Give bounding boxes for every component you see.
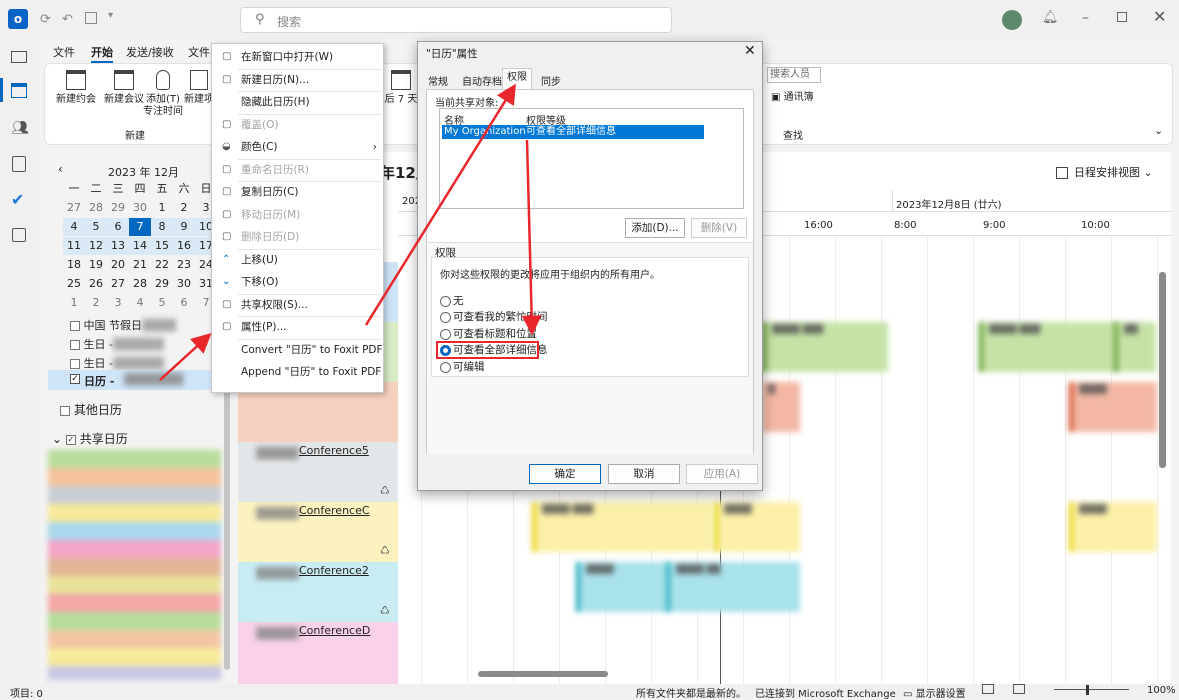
annotation-arrow-properties — [159, 332, 212, 381]
annotation-arrows — [159, 83, 542, 381]
annotation-arrow-permissions-tab — [364, 83, 516, 326]
annotation-arrow-full-details — [521, 139, 542, 336]
